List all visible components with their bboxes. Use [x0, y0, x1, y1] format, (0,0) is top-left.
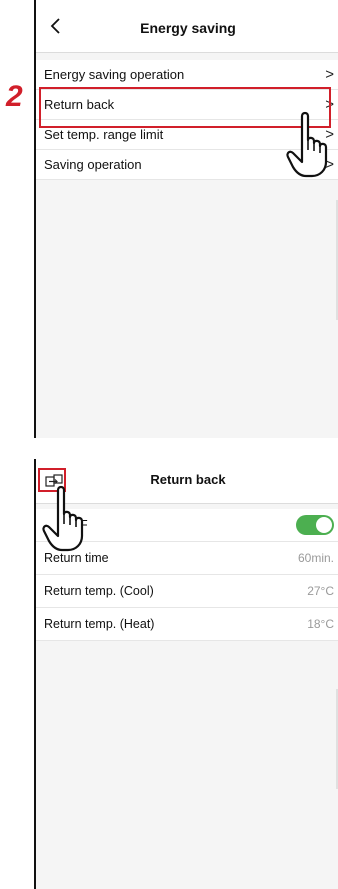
energy-saving-screen: Energy saving Energy saving operation > …: [34, 0, 338, 438]
list-item-label: Set temp. range limit: [44, 127, 164, 142]
list-item-label: Saving operation: [44, 157, 142, 172]
toggle-knob: [316, 517, 332, 533]
chevron-right-icon: >: [325, 66, 334, 83]
hand-pointer-icon: [42, 485, 84, 552]
page-title: Energy saving: [140, 20, 236, 36]
list-item-value: 18°C: [307, 617, 334, 631]
list-item-energy-saving-operation[interactable]: Energy saving operation >: [36, 60, 338, 90]
list-item-label: Energy saving operation: [44, 67, 185, 82]
on-off-toggle[interactable]: [296, 515, 334, 535]
list-item-value: 27°C: [307, 584, 334, 598]
screen-header: Energy saving: [36, 0, 338, 53]
list-item-label: Return temp. (Cool): [44, 584, 154, 598]
list-item-value: 60min.: [297, 551, 334, 565]
step-number: 2: [6, 80, 23, 113]
list-item-return-temp-cool[interactable]: Return temp. (Cool) 27°C: [36, 575, 338, 608]
list-item-return-temp-heat[interactable]: Return temp. (Heat) 18°C: [36, 608, 338, 641]
hand-pointer-icon: [286, 111, 328, 178]
list-item-label: Return temp. (Heat): [44, 617, 155, 631]
